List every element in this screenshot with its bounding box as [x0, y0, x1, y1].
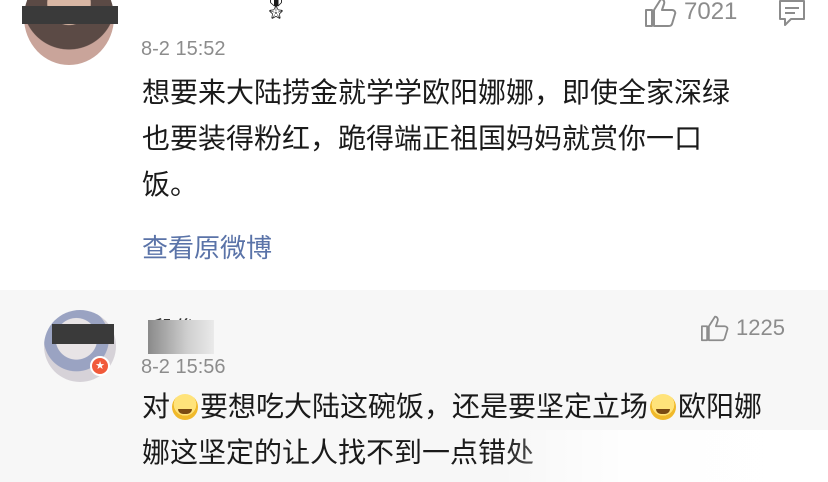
comment-text: 想要来大陆捞金就学学欧阳娜娜，即使全家深绿 也要装得粉红，跪得端正祖国妈妈就赏你…	[142, 70, 802, 208]
comment-line: 也要装得粉红，跪得端正祖国妈妈就赏你一口	[142, 122, 703, 155]
comment-fragment: 对	[142, 390, 171, 423]
laugh-emoji-icon	[650, 394, 677, 420]
thumbs-up-icon	[700, 314, 730, 342]
like-count: 1225	[736, 315, 785, 340]
badge-emoji-icon: 🎖	[262, 0, 290, 21]
comment-fragment: 要想吃大陆这碗饭，还是要坚定立场	[200, 390, 649, 423]
like-button[interactable]: 7021	[644, 0, 737, 28]
view-original-link[interactable]: 查看原微博	[142, 228, 272, 265]
laugh-emoji-icon	[172, 394, 199, 420]
censor-blur	[148, 320, 214, 354]
verified-badge-icon: ★	[90, 356, 110, 376]
comment-line: 想要来大陆捞金就学学欧阳娜娜，即使全家深绿	[142, 76, 731, 109]
comment-time: 8-2 15:52	[141, 38, 226, 60]
reply-button[interactable]	[777, 0, 807, 32]
like-count: 7021	[684, 0, 738, 25]
fade-overlay	[500, 430, 828, 482]
comment-fragment: 欧阳娜	[678, 390, 763, 423]
censor-bar	[52, 324, 114, 344]
censor-bar	[22, 6, 118, 24]
comment-line: 对要想吃大陆这碗饭，还是要坚定立场 欧阳娜	[142, 384, 802, 430]
comment-item: 🎖 8-2 15:52 7021 想要来大陆捞金就学学欧阳娜娜，即使全家深绿 也…	[0, 0, 828, 290]
comment-time: 8-2 15:56	[141, 356, 226, 378]
thumbs-up-icon	[644, 0, 678, 28]
comment-line: 饭。	[142, 168, 199, 201]
like-button[interactable]: 1225	[700, 314, 785, 342]
reply-icon	[777, 0, 807, 32]
